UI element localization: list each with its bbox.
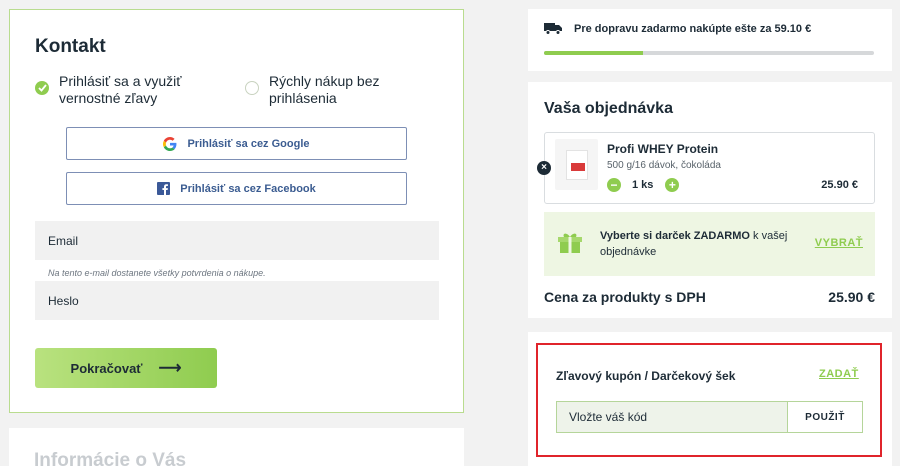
shipping-card: Pre dopravu zadarmo nakúpte ešte za 59.1… xyxy=(528,9,892,71)
info-title: Informácie o Vás xyxy=(34,450,187,466)
radio-checked-icon xyxy=(35,81,49,95)
product-price: 25.90 € xyxy=(821,179,858,191)
apply-coupon-button[interactable]: POUŽIŤ xyxy=(787,402,862,432)
coupon-highlight-box xyxy=(536,343,882,457)
contact-title: Kontakt xyxy=(35,36,106,57)
gift-text: Vyberte si darček ZADARMO k vašej objedn… xyxy=(600,228,800,260)
shipping-progress-fill xyxy=(544,51,643,55)
email-field[interactable]: Email xyxy=(35,221,439,260)
radio-unchecked-icon xyxy=(245,81,259,95)
google-icon xyxy=(163,136,177,151)
arrow-right-icon: ⟶ xyxy=(158,360,182,377)
radio-quick-label: Rýchly nákup bez prihlásenia xyxy=(269,73,380,106)
gift-banner: Vyberte si darček ZADARMO k vašej objedn… xyxy=(544,212,875,276)
choose-gift-link[interactable]: VYBRAŤ xyxy=(815,237,863,249)
truck-icon xyxy=(544,22,562,35)
password-placeholder: Heslo xyxy=(48,293,79,308)
continue-button[interactable]: Pokračovať ⟶ xyxy=(35,348,217,388)
email-placeholder: Email xyxy=(48,233,79,248)
total-row: Cena za produkty s DPH 25.90 € xyxy=(544,289,875,305)
gift-icon xyxy=(558,232,582,259)
product-package-icon xyxy=(565,149,588,180)
facebook-button-label: Prihlásiť sa cez Facebook xyxy=(180,182,316,195)
plus-icon[interactable]: + xyxy=(665,178,680,192)
google-button-label: Prihlásiť sa cez Google xyxy=(187,137,310,150)
order-title: Vaša objednávka xyxy=(544,100,673,117)
shipping-progress-bar xyxy=(544,51,874,55)
coupon-enter-link[interactable]: ZADAŤ xyxy=(819,368,859,380)
email-hint: Na tento e-mail dostanete všetky potvrde… xyxy=(48,268,266,278)
minus-icon[interactable]: − xyxy=(607,178,621,192)
shipping-message-text: Pre dopravu zadarmo nakúpte ešte za 59.1… xyxy=(574,22,812,35)
remove-item-icon[interactable]: × xyxy=(537,161,551,175)
continue-label: Pokračovať xyxy=(70,360,143,376)
quantity-stepper: − 1 ks + xyxy=(607,178,680,192)
facebook-login-button[interactable]: Prihlásiť sa cez Facebook xyxy=(66,172,407,205)
order-card: Vaša objednávka × Profi WHEY Protein 500… xyxy=(528,82,892,318)
total-label: Cena za produkty s DPH xyxy=(544,289,706,305)
coupon-placeholder: Vložte váš kód xyxy=(569,410,648,424)
quantity-value: 1 ks xyxy=(632,179,654,191)
radio-quick-option[interactable]: Rýchly nákup bez prihlásenia xyxy=(245,73,409,107)
google-login-button[interactable]: Prihlásiť sa cez Google xyxy=(66,127,407,160)
radio-login-label: Prihlásiť sa a využiť vernostné zľavy xyxy=(59,73,182,106)
product-description: 500 g/16 dávok, čokoláda xyxy=(607,160,721,171)
coupon-code-input[interactable]: Vložte váš kód POUŽIŤ xyxy=(556,401,863,433)
facebook-icon xyxy=(157,182,171,195)
cart-item: × Profi WHEY Protein 500 g/16 dávok, čok… xyxy=(537,132,875,204)
free-shipping-message: Pre dopravu zadarmo nakúpte ešte za 59.1… xyxy=(544,22,811,35)
gift-text-bold: Vyberte si darček ZADARMO xyxy=(600,230,750,242)
info-card: Informácie o Vás xyxy=(9,428,464,466)
product-image[interactable] xyxy=(555,139,598,190)
radio-login-option[interactable]: Prihlásiť sa a využiť vernostné zľavy xyxy=(35,73,199,107)
coupon-label: Zľavový kupón / Darčekový šek xyxy=(556,369,736,383)
product-name[interactable]: Profi WHEY Protein xyxy=(607,142,718,156)
contact-card: Kontakt Prihlásiť sa a využiť vernostné … xyxy=(9,9,464,413)
total-value: 25.90 € xyxy=(828,289,875,305)
password-field[interactable]: Heslo xyxy=(35,281,439,320)
